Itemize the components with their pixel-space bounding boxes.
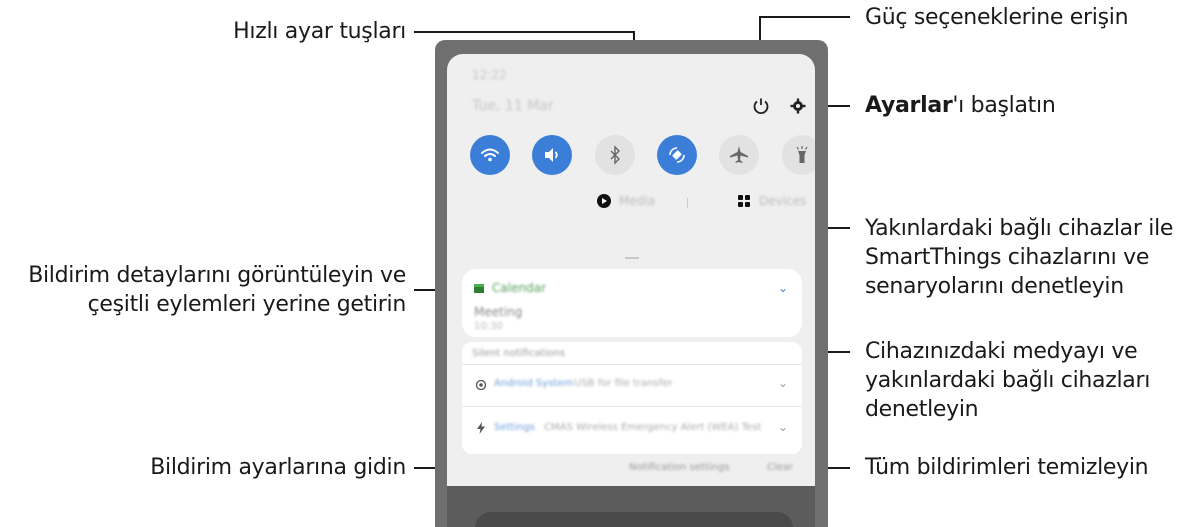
status-date: Tue, 11 Mar [472,98,554,114]
settings-notification[interactable]: Settings CMAS Wireless Emergency Alert (… [462,408,802,448]
notification-settings-button[interactable]: Notification settings [629,462,729,473]
power-icon[interactable] [752,97,770,120]
silent-notifications-card: Silent notifications Android System USB … [462,342,802,454]
callout-notification-details-line1: Bildirim detaylarını görüntüleyin ve [28,263,406,288]
callout-notification-details-line2: çeşitli eylemleri yerine getirin [87,292,407,317]
airplane-icon [730,146,748,163]
android-system-text: USB for file transfer [574,378,673,389]
callout-notification-details: Bildirim detaylarını görüntüleyin ve çeş… [0,261,406,319]
quick-settings-row [457,127,815,183]
callout-media-line1: Cihazınızdaki medyayı ve [865,339,1138,364]
android-system-app: Android System [494,378,574,389]
callout-quick-settings: Hızlı ayar tuşları [233,19,406,44]
lightning-icon [477,422,485,434]
media-label: Media [619,194,656,208]
sound-toggle[interactable] [532,135,572,175]
callout-devices-line2: SmartThings cihazlarını ve [865,245,1150,270]
notification-separator [462,364,802,365]
callout-settings-rest: 'ı başlatın [952,93,1056,118]
callout-devices-line1: Yakınlardaki bağlı cihazlar ile [865,216,1174,241]
callout-devices: Yakınlardaki bağlı cihazlar ile SmartThi… [865,214,1204,301]
clear-button[interactable]: Clear [767,462,793,473]
chevron-down-icon[interactable]: ⌄ [778,420,788,434]
chevron-down-icon[interactable]: ⌄ [778,376,788,390]
calendar-notification-card[interactable]: Calendar ⌄ Meeting 10:30 [462,269,802,337]
flashlight-icon [796,146,808,163]
auto-rotate-toggle[interactable] [657,135,697,175]
calendar-event-time: 10:30 [474,321,503,332]
flashlight-toggle[interactable] [782,135,815,175]
notification-separator [462,406,802,407]
callout-media: Cihazınızdaki medyayı ve yakınlardaki ba… [865,337,1195,424]
callout-clear-all: Tüm bildirimleri temizleyin [865,455,1149,480]
settings-text: CMAS Wireless Emergency Alert (WEA) Test [544,422,762,433]
calendar-icon [474,284,484,293]
calendar-app-name: Calendar [492,281,546,295]
media-devices-row: Media Devices [447,192,815,214]
callout-settings: Ayarlar'ı başlatın [865,91,1195,120]
status-time: 12:22 [472,68,507,82]
settings-app: Settings [494,422,536,433]
android-system-icon [476,380,486,390]
devices-grid-icon [738,195,750,207]
sound-icon [545,148,558,162]
drag-handle[interactable] [625,257,639,259]
play-icon [597,194,611,208]
calendar-event-title: Meeting [474,305,523,319]
gear-icon[interactable] [789,97,807,120]
callout-power: Güç seçeneklerine erişin [865,5,1129,30]
bluetooth-toggle[interactable] [595,135,635,175]
callout-devices-line3: senaryolarını denetleyin [865,274,1124,299]
divider [687,198,688,208]
callout-media-line3: denetleyin [865,397,979,422]
notification-panel: 12:22 Tue, 11 Mar Media Devices Calendar… [447,54,815,527]
devices-label: Devices [759,194,807,208]
devices-button[interactable]: Devices [737,194,806,208]
bluetooth-icon [610,145,620,165]
android-system-notification[interactable]: Android System USB for file transfer ⌄ [462,366,802,404]
rotate-icon [669,147,685,163]
wifi-icon [481,148,499,162]
chevron-down-icon[interactable]: ⌄ [778,281,788,295]
phone-screen: 12:22 Tue, 11 Mar Media Devices Calendar… [435,40,828,527]
media-button[interactable]: Media [597,194,655,208]
callout-notification-settings: Bildirim ayarlarına gidin [150,455,406,480]
silent-notifications-header: Silent notifications [472,348,565,359]
callout-settings-bold: Ayarlar [865,93,953,118]
callout-media-line2: yakınlardaki bağlı cihazları [865,368,1151,393]
wifi-toggle[interactable] [470,135,510,175]
dark-home-card [475,512,793,527]
airplane-toggle[interactable] [719,135,759,175]
